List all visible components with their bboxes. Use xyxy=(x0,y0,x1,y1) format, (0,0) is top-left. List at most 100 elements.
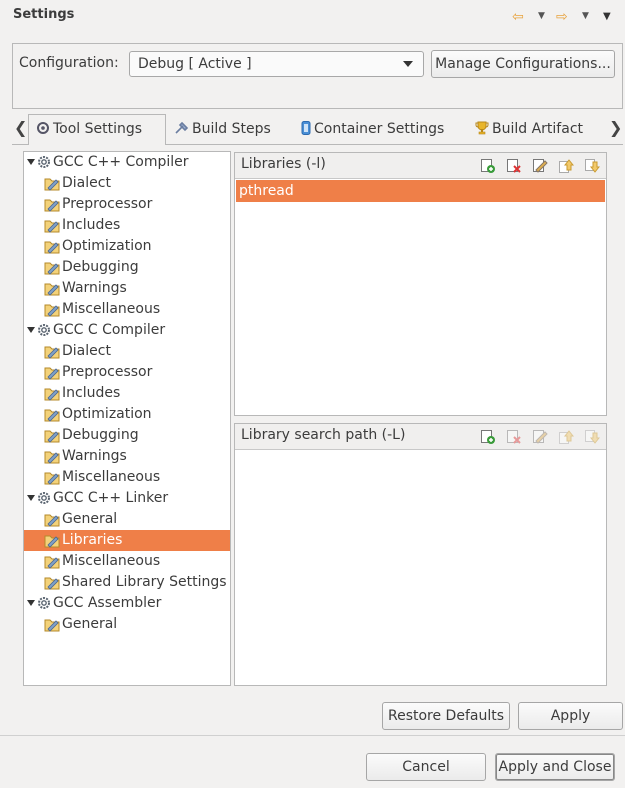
tree-item[interactable]: Shared Library Settings xyxy=(24,572,230,593)
tree-group-item[interactable]: GCC C++ Linker xyxy=(24,488,230,509)
search-path-panel-title: Library search path (-L) xyxy=(241,427,406,443)
tool-option-icon xyxy=(44,241,60,254)
tool-option-icon xyxy=(44,346,60,359)
configuration-select[interactable]: Debug [ Active ] xyxy=(129,51,424,77)
tree-item[interactable]: Miscellaneous xyxy=(24,299,230,320)
tree-item[interactable]: General xyxy=(24,614,230,635)
edit-icon[interactable] xyxy=(532,429,548,445)
tool-option-icon xyxy=(44,619,60,632)
cancel-button[interactable]: Cancel xyxy=(366,753,486,781)
manage-configurations-button[interactable]: Manage Configurations... xyxy=(431,50,615,78)
tab-label: Build Steps xyxy=(192,121,271,137)
tree-item[interactable]: Preprocessor xyxy=(24,362,230,383)
view-menu-icon[interactable]: ▼ xyxy=(603,11,611,22)
tree-item-label: GCC Assembler xyxy=(53,595,162,611)
back-arrow-icon[interactable]: ⇦ xyxy=(512,9,524,25)
tree-item-label: Miscellaneous xyxy=(62,469,161,485)
tree-item[interactable]: Includes xyxy=(24,383,230,404)
tree-item-label: Dialect xyxy=(62,175,111,191)
restore-defaults-button[interactable]: Restore Defaults xyxy=(382,702,510,730)
edit-icon[interactable] xyxy=(532,158,548,174)
forward-arrow-icon[interactable]: ⇨ xyxy=(556,9,568,25)
expand-arrow-icon[interactable] xyxy=(27,600,35,606)
tool-option-icon xyxy=(44,283,60,296)
container-icon xyxy=(301,121,311,135)
tool-option-icon xyxy=(44,199,60,212)
tree-item-label: Warnings xyxy=(62,280,127,296)
tool-option-icon xyxy=(44,472,60,485)
tabs-scroll-left-icon[interactable]: ❮ xyxy=(14,118,27,137)
tree-item[interactable]: General xyxy=(24,509,230,530)
tree-item-label: Optimization xyxy=(62,238,152,254)
tree-item-label: Libraries xyxy=(62,532,123,548)
tabs-scroll-right-icon[interactable]: ❯ xyxy=(609,118,622,137)
gear-icon xyxy=(38,324,50,336)
tool-option-icon xyxy=(44,556,60,569)
delete-icon[interactable] xyxy=(506,429,522,445)
tree-item-label: Debugging xyxy=(62,427,139,443)
tree-item[interactable]: Debugging xyxy=(24,425,230,446)
move-down-icon[interactable] xyxy=(584,429,600,445)
tool-option-icon xyxy=(44,388,60,401)
apply-button[interactable]: Apply xyxy=(518,702,623,730)
tree-item-label: Warnings xyxy=(62,448,127,464)
tab-label: Build Artifact xyxy=(492,121,583,137)
tab-build-artifact[interactable]: Build Artifact xyxy=(468,115,583,144)
tab-label: Tool Settings xyxy=(53,121,143,137)
expand-arrow-icon[interactable] xyxy=(27,495,35,501)
configuration-label: Configuration: xyxy=(19,55,119,71)
tree-item-label: Optimization xyxy=(62,406,152,422)
tree-item[interactable]: Preprocessor xyxy=(24,194,230,215)
tab-tool-settings[interactable]: Tool Settings xyxy=(28,114,166,145)
tool-settings-tree[interactable]: GCC C++ Compiler Dialect Preprocessor Inclu… xyxy=(23,151,231,686)
move-up-icon[interactable] xyxy=(558,158,574,174)
tree-group-item[interactable]: GCC C Compiler xyxy=(24,320,230,341)
libraries-panel: Libraries (-l) pthread xyxy=(234,152,607,416)
tool-option-icon xyxy=(44,304,60,317)
tool-settings-icon xyxy=(37,122,49,134)
delete-icon[interactable] xyxy=(506,158,522,174)
tool-option-icon xyxy=(44,220,60,233)
back-history-dropdown-icon[interactable]: ▼ xyxy=(538,11,545,21)
tree-item[interactable]: Warnings xyxy=(24,446,230,467)
expand-arrow-icon[interactable] xyxy=(27,159,35,165)
tree-item-label: GCC C++ Linker xyxy=(53,490,169,506)
tree-item[interactable]: Libraries xyxy=(24,530,230,551)
tree-item[interactable]: Dialect xyxy=(24,341,230,362)
tree-item-label: GCC C Compiler xyxy=(53,322,166,338)
page-title: Settings xyxy=(13,7,75,22)
tree-item[interactable]: Miscellaneous xyxy=(24,551,230,572)
apply-and-close-button[interactable]: Apply and Close xyxy=(495,753,615,781)
forward-history-dropdown-icon[interactable]: ▼ xyxy=(582,11,589,21)
trophy-icon xyxy=(475,121,489,135)
tree-item[interactable]: Debugging xyxy=(24,257,230,278)
chevron-down-icon xyxy=(403,61,413,67)
tab-label: Container Settings xyxy=(314,121,445,137)
library-search-path-panel: Library search path (-L) xyxy=(234,423,607,686)
tree-item[interactable]: Optimization xyxy=(24,236,230,257)
tree-item-label: General xyxy=(62,511,118,527)
add-icon[interactable] xyxy=(480,429,496,445)
dialog-separator xyxy=(0,735,625,736)
tree-item-label: GCC C++ Compiler xyxy=(53,154,189,170)
expand-arrow-icon[interactable] xyxy=(27,327,35,333)
tool-option-icon xyxy=(44,451,60,464)
move-down-icon[interactable] xyxy=(584,158,600,174)
tree-item-label: Preprocessor xyxy=(62,364,153,380)
tab-build-steps[interactable]: Build Steps xyxy=(168,115,271,144)
tree-item-label: Includes xyxy=(62,385,121,401)
tree-group-item[interactable]: GCC Assembler xyxy=(24,593,230,614)
tree-item[interactable]: Optimization xyxy=(24,404,230,425)
build-steps-icon xyxy=(175,121,189,134)
move-up-icon[interactable] xyxy=(558,429,574,445)
tree-item[interactable]: Warnings xyxy=(24,278,230,299)
tree-item[interactable]: Miscellaneous xyxy=(24,467,230,488)
list-item[interactable]: pthread xyxy=(236,180,605,202)
add-icon[interactable] xyxy=(480,158,496,174)
tree-item[interactable]: Dialect xyxy=(24,173,230,194)
tree-group-item[interactable]: GCC C++ Compiler xyxy=(24,152,230,173)
tool-option-icon xyxy=(44,409,60,422)
configuration-value: Debug [ Active ] xyxy=(138,56,252,72)
tab-container-settings[interactable]: Container Settings xyxy=(294,115,444,144)
tree-item[interactable]: Includes xyxy=(24,215,230,236)
